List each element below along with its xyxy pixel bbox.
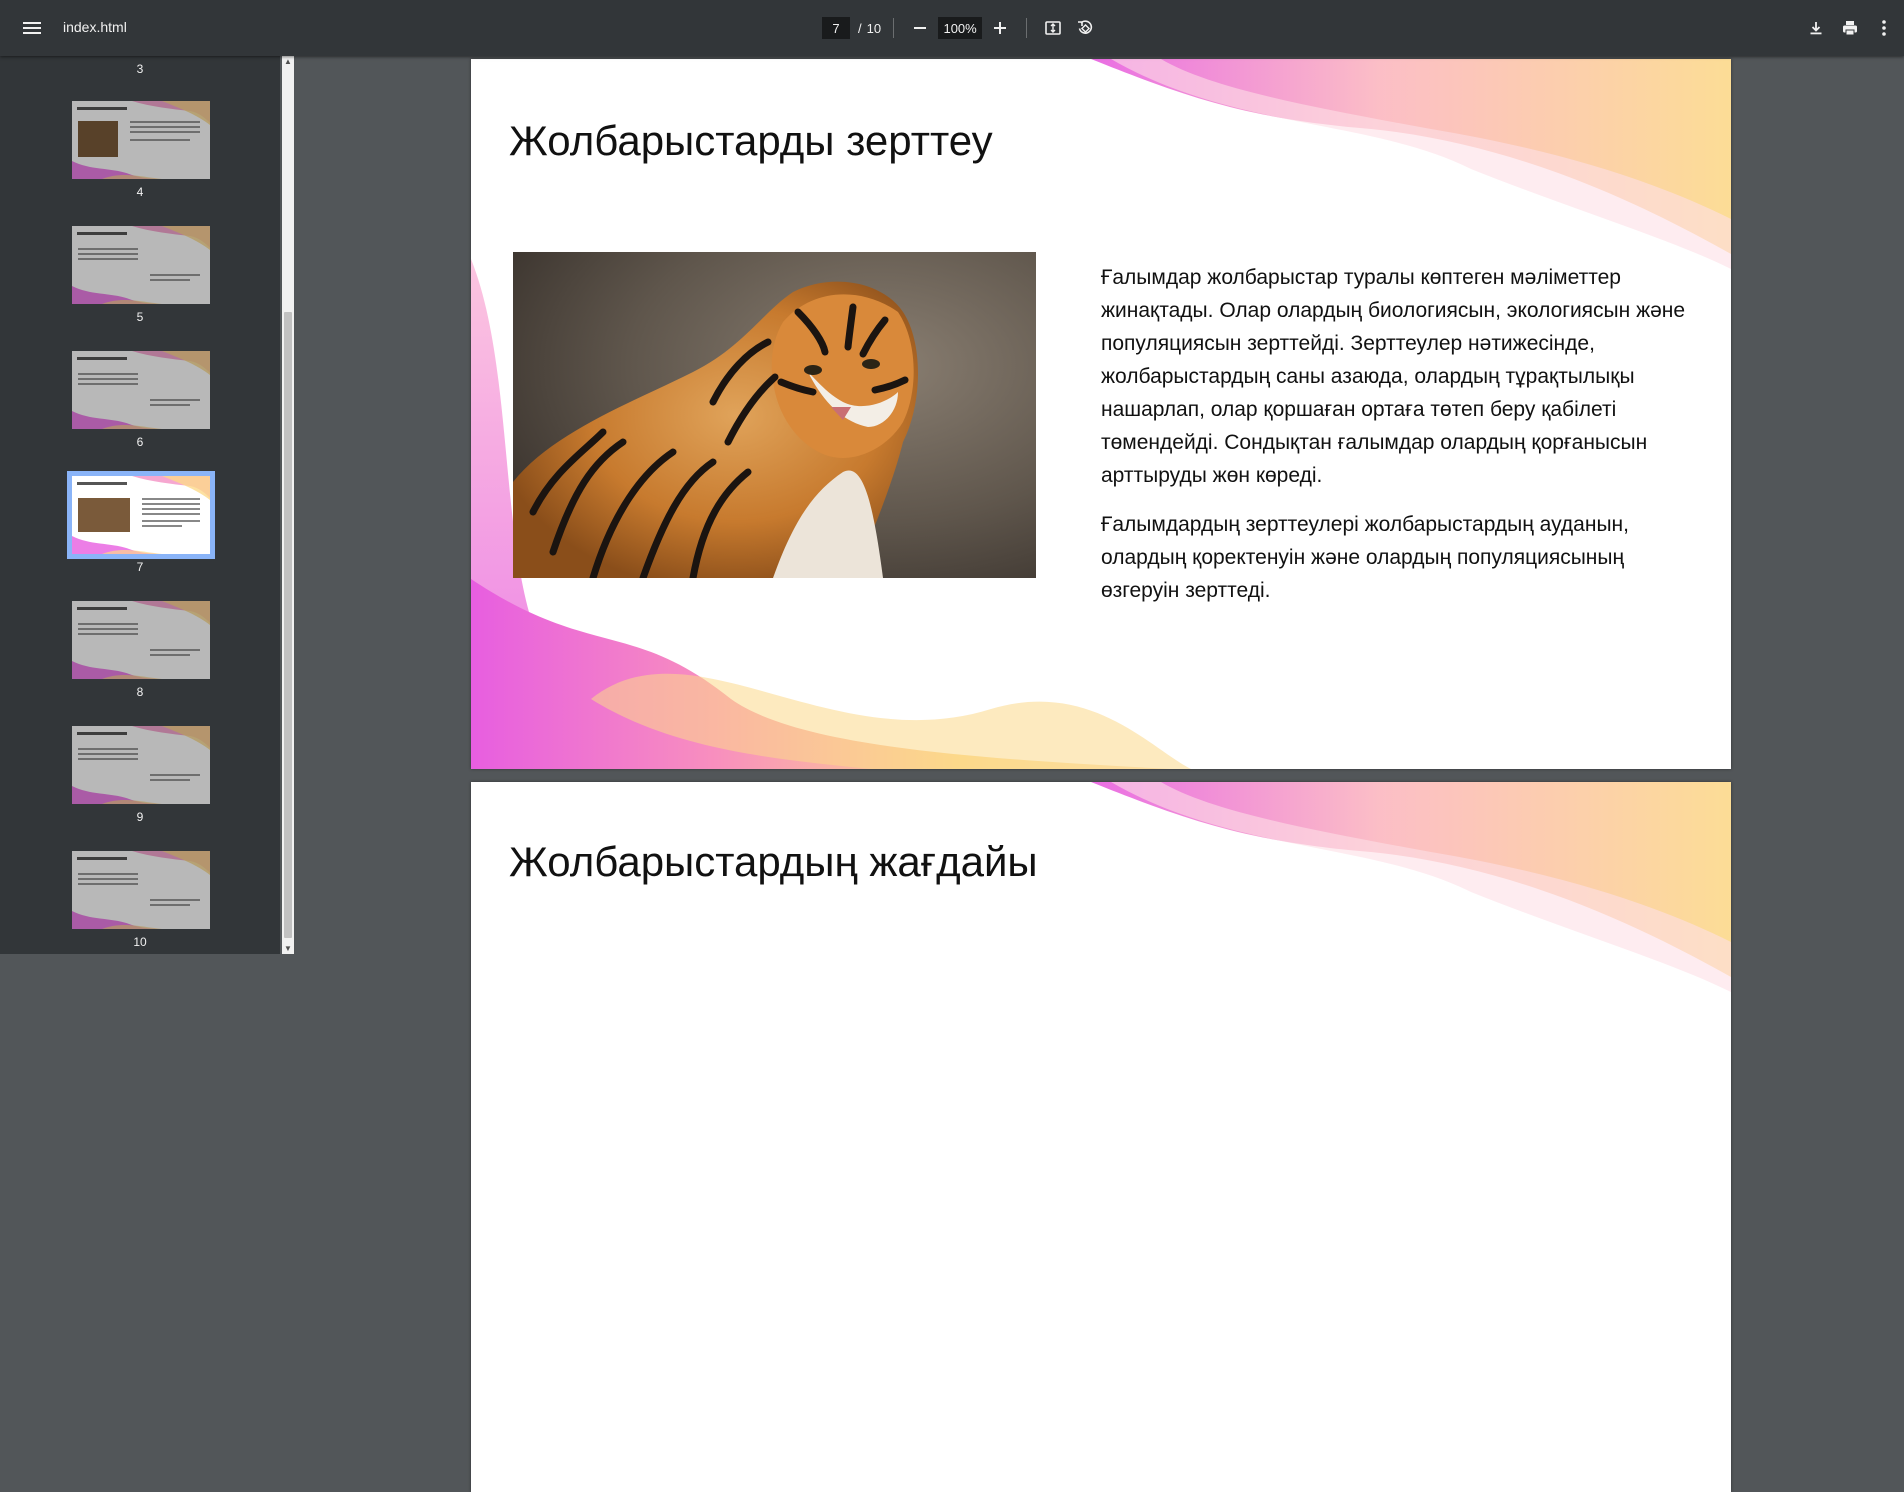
thumbnail-page-number: 6 [136, 435, 144, 449]
thumbnail-preview [72, 726, 210, 804]
pdf-toolbar: index.html / 10 [0, 0, 1904, 56]
thumbnail-page-number: 7 [136, 560, 144, 574]
toolbar-divider [1026, 18, 1028, 38]
thumbnail-page-number: 10 [133, 935, 147, 949]
page-thumbnail[interactable] [67, 471, 215, 559]
document-title: index.html [63, 19, 127, 35]
thumbnail-preview [72, 351, 210, 429]
slide-paragraph: Ғалымдар жолбарыстар туралы көптеген мәл… [1101, 266, 1686, 487]
download-icon[interactable] [1802, 14, 1830, 42]
page-thumbnail[interactable] [72, 351, 210, 429]
wave-decoration [1091, 782, 1731, 992]
page-thumbnail[interactable] [72, 601, 210, 679]
thumbnail-preview [72, 226, 210, 304]
toolbar-actions [1796, 14, 1898, 42]
page-thumbnail[interactable] [72, 726, 210, 804]
pdf-page-8: Жолбарыстардың жағдайы [471, 782, 1731, 1492]
zoom-in-icon[interactable] [986, 14, 1014, 42]
print-icon[interactable] [1836, 14, 1864, 42]
sidebar-scroll-thumb[interactable] [284, 312, 292, 938]
scroll-down-arrow[interactable]: ▼ [283, 944, 293, 954]
thumbnail-preview [72, 851, 210, 929]
thumbnail-sidebar: 3 4 5 6 7 8 9 10 [0, 56, 280, 954]
menu-icon[interactable] [18, 16, 46, 40]
tiger-photo [513, 252, 1036, 578]
thumbnail-page-number: 3 [136, 62, 144, 76]
thumbnail-preview [72, 101, 210, 179]
more-vert-icon[interactable] [1870, 14, 1898, 42]
thumbnail-page-number: 4 [136, 185, 144, 199]
rotate-icon[interactable] [1071, 14, 1099, 42]
page-separator: / [858, 20, 862, 36]
page-thumbnail[interactable] [72, 101, 210, 179]
page-thumbnail[interactable] [72, 851, 210, 929]
thumbnail-preview [72, 476, 210, 554]
scroll-up-arrow[interactable]: ▲ [283, 57, 293, 67]
page-number-input[interactable] [822, 17, 850, 39]
slide-title: Жолбарыстарды зерттеу [509, 117, 993, 164]
fit-page-icon[interactable] [1039, 14, 1067, 42]
thumbnail-preview [72, 601, 210, 679]
zoom-out-icon[interactable] [906, 14, 934, 42]
thumbnail-page-number: 9 [136, 810, 144, 824]
toolbar-divider [893, 18, 895, 38]
slide-body-text: Ғалымдар жолбарыстар туралы көптеген мәл… [1101, 261, 1691, 623]
page-thumbnail[interactable] [72, 226, 210, 304]
page-controls: / 10 [822, 16, 1099, 40]
slide-paragraph: Ғалымдардың зерттеулері жолбарыстардың а… [1101, 513, 1629, 602]
page-total: 10 [866, 20, 882, 36]
thumbnail-page-number: 8 [136, 685, 144, 699]
slide-title: Жолбарыстардың жағдайы [509, 838, 1038, 885]
pdf-page-7: Жолбарыстарды зерттеу Ғалымдар жолбарыст… [471, 59, 1731, 769]
thumbnail-page-number: 5 [136, 310, 144, 324]
zoom-input[interactable] [938, 17, 983, 39]
